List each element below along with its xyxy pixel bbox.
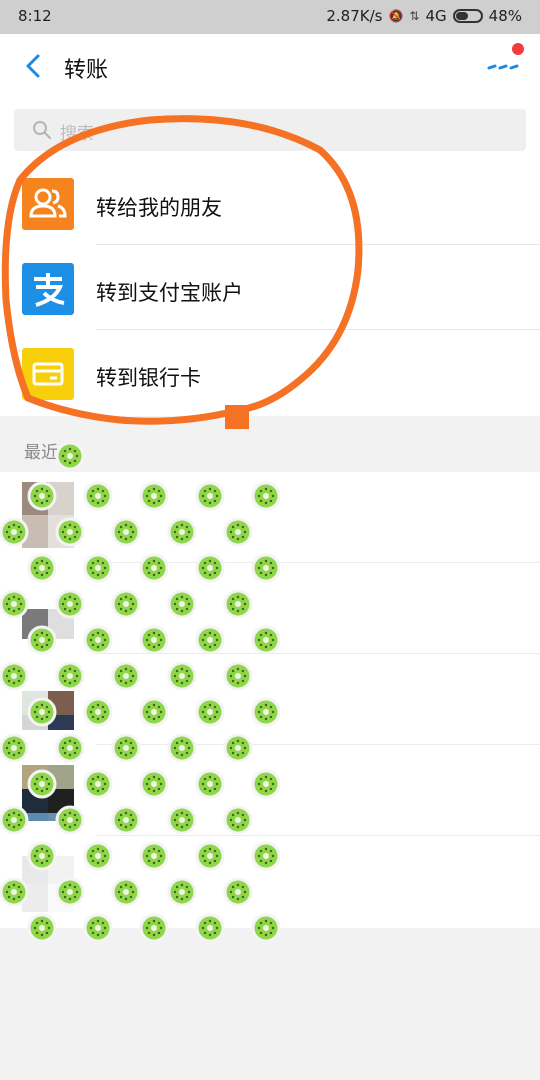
battery-icon: [452, 9, 483, 23]
page-title: 转账: [64, 58, 109, 83]
search-icon: [33, 121, 51, 139]
list-item[interactable]: [0, 472, 540, 563]
recent-section-header: 最近: [0, 416, 540, 472]
recent-contacts-list: [0, 472, 540, 928]
friend-icon: [22, 178, 74, 230]
mute-icon: 🔕: [388, 9, 404, 23]
avatar: [22, 846, 74, 912]
status-right: 2.87K/s 🔕 ⇅ 4G 48%: [326, 7, 522, 25]
option-to-alipay[interactable]: 转到支付宝账户: [0, 245, 540, 330]
avatar: [22, 664, 74, 730]
option-to-friend[interactable]: 转给我的朋友: [0, 160, 540, 245]
avatar: [22, 573, 74, 639]
search-input[interactable]: 搜索: [14, 109, 526, 151]
option-label: 转给我的朋友: [96, 196, 222, 220]
chevron-left-icon: [26, 54, 40, 78]
option-label: 转到支付宝账户: [96, 281, 243, 305]
list-item[interactable]: [0, 745, 540, 836]
bank-card-icon: [22, 348, 74, 400]
status-bar: 8:12 2.87K/s 🔕 ⇅ 4G 48%: [0, 0, 540, 34]
list-item[interactable]: [0, 654, 540, 745]
more-button[interactable]: [486, 54, 522, 82]
vibrate-icon: ⇅: [409, 9, 420, 23]
option-label: 转到银行卡: [96, 366, 201, 390]
battery-percent: 48%: [488, 7, 522, 25]
search-section: 搜索: [0, 100, 540, 160]
search-placeholder: 搜索: [60, 124, 94, 144]
status-time: 8:12: [18, 7, 52, 25]
back-button[interactable]: [16, 48, 52, 84]
avatar: [22, 755, 74, 821]
alipay-icon: [22, 263, 74, 315]
notification-dot: [512, 43, 524, 55]
option-to-bank-card[interactable]: 转到银行卡: [0, 330, 540, 415]
network-speed: 2.87K/s: [326, 7, 383, 25]
avatar: [22, 482, 74, 548]
list-item[interactable]: [0, 563, 540, 654]
transfer-options: 转给我的朋友 转到支付宝账户 转到银行卡: [0, 160, 540, 416]
nav-header: 转账: [0, 34, 540, 100]
more-icon: [487, 64, 519, 70]
list-item[interactable]: [0, 836, 540, 927]
network-type: 4G: [425, 7, 447, 25]
recent-heading: 最近: [24, 443, 58, 463]
